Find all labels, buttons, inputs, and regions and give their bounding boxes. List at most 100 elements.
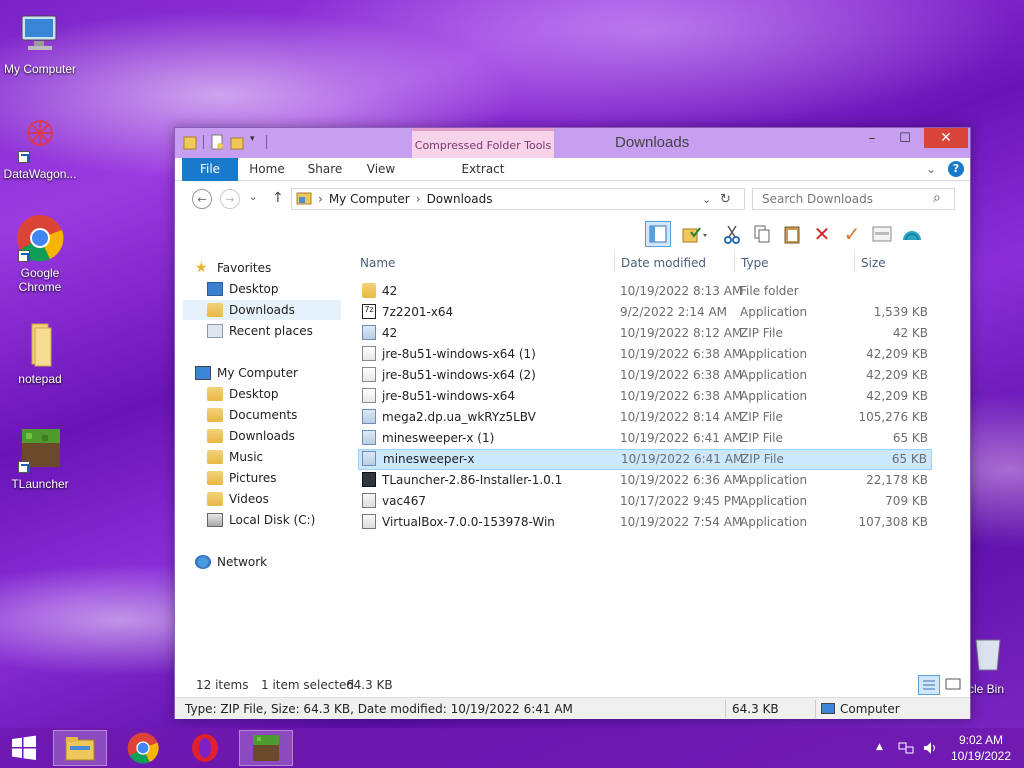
file-row[interactable]: VirtualBox-7.0.0-153978-Win 10/19/2022 7…	[358, 512, 932, 533]
expand-ribbon-button[interactable]: ⌄	[923, 158, 939, 181]
nav-music[interactable]: Music	[207, 447, 263, 467]
delete-icon[interactable]: ✕	[809, 221, 835, 247]
search-input[interactable]: Search Downloads	[752, 188, 955, 210]
copy-icon[interactable]	[749, 221, 775, 247]
title-bar[interactable]: ▾ Downloads – ☐ ✕	[175, 128, 970, 158]
column-separator	[614, 250, 615, 272]
column-header-size[interactable]: Size	[861, 256, 886, 270]
details-bar: Type: ZIP File, Size: 64.3 KB, Date modi…	[175, 697, 970, 719]
rename-check-icon[interactable]: ✓	[839, 221, 865, 247]
customize-toolbar-icon[interactable]: ▾	[250, 134, 260, 150]
up-button[interactable]: ↑	[272, 190, 284, 206]
folder-icon	[296, 191, 312, 208]
column-header-name[interactable]: Name	[360, 256, 395, 270]
nav-videos[interactable]: Videos	[207, 489, 269, 509]
column-separator	[734, 250, 735, 272]
clock-time: 9:02 AM	[958, 733, 1004, 747]
command-toolbar: ✕ ✓	[645, 219, 925, 249]
breadcrumb-downloads[interactable]: Downloads	[427, 192, 493, 206]
file-row[interactable]: 7z 7z2201-x64 9/2/2022 2:14 AM Applicati…	[358, 302, 932, 323]
file-row[interactable]: jre-8u51-windows-x64 10/19/2022 6:38 AM …	[358, 386, 932, 407]
forward-button[interactable]: →	[220, 189, 240, 209]
nav-computer-desktop[interactable]: Desktop	[207, 384, 279, 404]
file-row[interactable]: mega2.dp.ua_wkRYz5LBV 10/19/2022 8:14 AM…	[358, 407, 932, 428]
preview-pane-icon[interactable]	[645, 221, 671, 247]
breadcrumb-my-computer[interactable]: My Computer	[329, 192, 410, 206]
tab-share[interactable]: Share	[303, 158, 347, 181]
file-row[interactable]: vac467 10/17/2022 9:45 PM Application 70…	[358, 491, 932, 512]
nav-documents[interactable]: Documents	[207, 405, 297, 425]
nav-network[interactable]: Network	[195, 552, 267, 572]
file-row[interactable]: TLauncher-2.86-Installer-1.0.1 10/19/202…	[358, 470, 932, 491]
tab-view[interactable]: View	[359, 158, 403, 181]
paste-icon[interactable]	[779, 221, 805, 247]
refresh-button[interactable]: ↻	[720, 192, 731, 207]
desktop-icon-google-chrome[interactable]: Google Chrome	[0, 214, 80, 294]
nav-favorites[interactable]: ★ Favorites	[195, 258, 271, 278]
help-button[interactable]: ?	[948, 161, 964, 177]
file-row[interactable]: 42 10/19/2022 8:13 AM File folder	[358, 281, 932, 302]
column-header-type[interactable]: Type	[741, 256, 769, 270]
taskbar-file-explorer[interactable]	[53, 730, 107, 766]
new-folder-icon[interactable]	[230, 134, 244, 150]
context-tab-title: Compressed Folder Tools	[414, 139, 552, 152]
folder-properties-icon[interactable]	[183, 134, 197, 150]
drive-icon	[207, 513, 223, 527]
taskbar-opera[interactable]	[178, 730, 232, 766]
properties-icon[interactable]	[675, 221, 715, 247]
column-header-date[interactable]: Date modified	[621, 256, 706, 270]
network-globe-icon[interactable]	[899, 221, 925, 247]
nav-local-disk[interactable]: Local Disk (C:)	[207, 510, 315, 530]
recent-places-icon	[207, 324, 223, 338]
start-button[interactable]	[0, 730, 48, 766]
file-row[interactable]: jre-8u51-windows-x64 (1) 10/19/2022 6:38…	[358, 344, 932, 365]
volume-icon[interactable]	[922, 740, 938, 759]
file-row[interactable]: minesweeper-x (1) 10/19/2022 6:41 AM ZIP…	[358, 428, 932, 449]
details-view-icon[interactable]	[869, 221, 895, 247]
cut-icon[interactable]	[719, 221, 745, 247]
desktop-icon-notepad[interactable]: notepad	[0, 320, 80, 386]
large-icons-view-toggle-icon[interactable]	[943, 675, 965, 695]
nav-recent-places[interactable]: Recent places	[207, 321, 313, 341]
nav-pictures[interactable]: Pictures	[207, 468, 277, 488]
nav-computer-downloads[interactable]: Downloads	[207, 426, 295, 446]
network-icon	[195, 555, 211, 569]
desktop-icon	[207, 282, 223, 296]
back-button[interactable]: ←	[192, 189, 212, 209]
desktop-icon-tlauncher[interactable]: TLauncher	[0, 425, 80, 491]
minimize-button[interactable]: –	[858, 128, 886, 148]
maximize-button[interactable]: ☐	[891, 128, 919, 148]
address-bar[interactable]: › My Computer › Downloads ⌄ ↻	[291, 188, 745, 210]
nav-favorites-desktop[interactable]: Desktop	[207, 279, 279, 299]
tlauncher-icon	[16, 425, 64, 473]
explorer-window: ▾ Downloads – ☐ ✕ Compressed Folder Tool…	[174, 127, 971, 719]
file-row[interactable]: 42 10/19/2022 8:12 AM ZIP File 42 KB	[358, 323, 932, 344]
network-status-icon[interactable]	[898, 740, 914, 759]
new-file-icon[interactable]	[210, 134, 224, 150]
shortcut-arrow-icon	[18, 250, 30, 262]
search-icon[interactable]: ⌕	[933, 190, 941, 206]
show-hidden-icons-button[interactable]: ▲	[876, 742, 883, 752]
documents-folder-icon	[207, 408, 223, 422]
recent-locations-button[interactable]: ⌄	[249, 192, 257, 203]
file-row-selected[interactable]: minesweeper-x 10/19/2022 6:41 AM ZIP Fil…	[358, 449, 932, 470]
close-button[interactable]: ✕	[924, 128, 968, 148]
folder-icon	[362, 283, 376, 298]
desktop-folder-icon	[207, 387, 223, 401]
system-clock[interactable]: 9:02 AM 10/19/2022	[946, 732, 1016, 764]
taskbar-tlauncher[interactable]	[239, 730, 293, 766]
details-view-toggle-icon[interactable]	[918, 675, 940, 695]
tab-file[interactable]: File	[182, 158, 238, 181]
tab-home[interactable]: Home	[245, 158, 289, 181]
tab-extract[interactable]: Extract	[446, 158, 520, 181]
taskbar-chrome[interactable]	[116, 730, 170, 766]
nav-my-computer[interactable]: My Computer	[195, 363, 298, 383]
file-row[interactable]: jre-8u51-windows-x64 (2) 10/19/2022 6:38…	[358, 365, 932, 386]
desktop-icon-datawagon[interactable]: DataWagon...	[0, 115, 80, 181]
nav-favorites-downloads[interactable]: Downloads	[183, 300, 341, 320]
tlauncher-installer-icon	[362, 472, 376, 487]
chrome-icon	[127, 732, 159, 764]
desktop-icon-my-computer[interactable]: My Computer	[0, 10, 80, 76]
address-dropdown-icon[interactable]: ⌄	[702, 193, 711, 206]
videos-folder-icon	[207, 492, 223, 506]
